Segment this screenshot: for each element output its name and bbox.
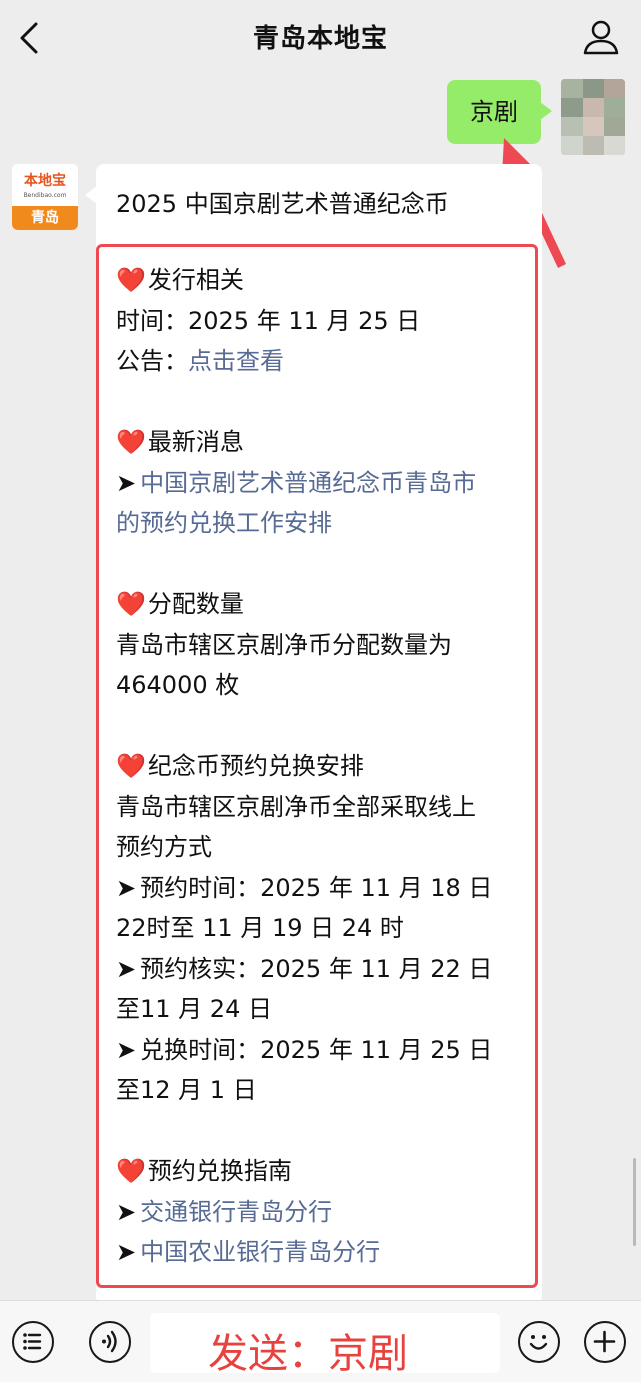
bullet-arrow-icon: ➤: [116, 954, 137, 983]
input-bar: 发送：京剧: [0, 1300, 641, 1382]
incoming-message-bubble: 2025 中国京剧艺术普通纪念币 ❤️发行相关 时间：2025 年 11 月 2…: [85, 164, 542, 1304]
voice-button[interactable]: [89, 1321, 131, 1363]
more-button[interactable]: [584, 1321, 626, 1363]
avatar-city: 青岛: [12, 206, 78, 230]
header: 青岛本地宝: [0, 0, 641, 76]
heart-icon: ❤️: [116, 590, 146, 618]
verification-time: ➤ 预约核实：2025 年 11 月 22 日: [116, 954, 493, 983]
avatar-domain: Bendibao.com: [23, 192, 67, 199]
bullet-arrow-icon: ➤: [116, 468, 137, 497]
bank-link-abc[interactable]: ➤ 中国农业银行青岛分行: [116, 1232, 531, 1273]
menu-button[interactable]: [12, 1321, 54, 1363]
profile-icon[interactable]: [581, 17, 621, 57]
issue-time: 时间：2025 年 11 月 25 日: [116, 306, 421, 335]
section-heading: ❤️发行相关: [116, 266, 244, 294]
exchange-time: ➤ 兑换时间：2025 年 11 月 25 日: [116, 1035, 493, 1064]
notice-link[interactable]: 点击查看: [188, 347, 284, 375]
reservation-time-end: 22时至 11 月 19 日 24 时: [116, 914, 404, 942]
bullet-arrow-icon: ➤: [116, 873, 137, 902]
menu-list-icon: [23, 1333, 42, 1350]
heart-icon: ❤️: [116, 428, 146, 456]
bullet-arrow-icon: ➤: [116, 1035, 137, 1064]
heart-icon: ❤️: [116, 752, 146, 780]
section-heading: ❤️纪念币预约兑换安排: [116, 752, 364, 780]
emoji-icon: [529, 1335, 548, 1350]
bank-link-bocom[interactable]: ➤ 交通银行青岛分行: [116, 1192, 531, 1233]
bullet-arrow-icon: ➤: [116, 1197, 137, 1226]
reservation-time: ➤ 预约时间：2025 年 11 月 18 日: [116, 873, 493, 902]
message-input-text: 发送：京剧: [208, 1331, 408, 1377]
official-account-avatar[interactable]: 本地宝 Bendibao.com 青岛: [12, 164, 78, 230]
article-title: 2025 中国京剧艺术普通纪念币: [116, 190, 449, 218]
section-heading: ❤️分配数量: [116, 590, 244, 618]
heart-icon: ❤️: [116, 1157, 146, 1185]
arrangement-text: 预约方式: [116, 833, 212, 861]
heart-icon: ❤️: [116, 266, 146, 294]
voice-icon: [102, 1330, 117, 1353]
bullet-arrow-icon: ➤: [116, 1238, 137, 1266]
page-title: 青岛本地宝: [252, 24, 388, 54]
message-input[interactable]: 发送：京剧: [150, 1313, 500, 1377]
arrangement-text: 青岛市辖区京剧净币全部采取线上: [116, 792, 476, 821]
outgoing-message-text: 京剧: [470, 98, 518, 126]
article-content: ❤️发行相关 时间：2025 年 11 月 25 日 公告：点击查看 ❤️最新消…: [116, 260, 531, 1273]
section-heading: ❤️最新消息: [116, 428, 244, 456]
allocation-count: 464000 枚: [116, 671, 240, 699]
exchange-time-end: 至12 月 1 日: [116, 1076, 257, 1104]
news-link[interactable]: ➤ 中国京剧艺术普通纪念币青岛市 的预约兑换工作安排: [116, 463, 531, 544]
verification-time-end: 至11 月 24 日: [116, 995, 272, 1023]
notice-row: 公告：点击查看: [116, 347, 284, 375]
emoji-button[interactable]: [518, 1321, 560, 1363]
section-heading: ❤️预约兑换指南: [116, 1157, 292, 1185]
user-avatar[interactable]: [561, 79, 625, 155]
allocation-text: 青岛市辖区京剧净币分配数量为: [116, 630, 452, 659]
scrollbar[interactable]: [633, 1158, 636, 1246]
avatar-brand: 本地宝 Bendibao.com: [12, 164, 78, 206]
plus-icon: [593, 1330, 616, 1353]
